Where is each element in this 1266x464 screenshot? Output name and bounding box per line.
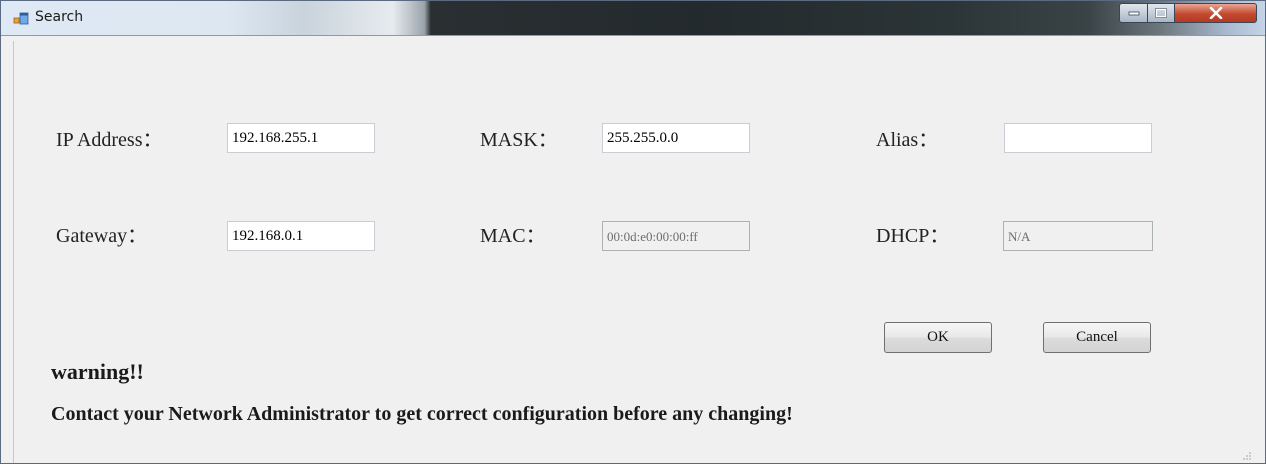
dialog-body: IP Address： 192.168.255.1 MASK： 255.255.… [13, 41, 1254, 463]
minimize-icon [1128, 11, 1139, 16]
ok-button[interactable]: OK [884, 322, 992, 353]
window-title: Search [35, 9, 84, 25]
gateway-label: Gateway： [56, 225, 148, 247]
mac-field: 00:0d:e0:00:00:ff [602, 221, 750, 251]
cancel-button[interactable]: Cancel [1043, 322, 1151, 353]
alias-input[interactable] [1004, 123, 1152, 153]
resize-grip-icon[interactable] [1242, 451, 1252, 461]
dhcp-label: DHCP： [876, 225, 950, 247]
maximize-icon [1155, 8, 1167, 18]
close-icon [1209, 7, 1222, 19]
close-button[interactable] [1174, 3, 1257, 23]
ip-address-label: IP Address： [56, 129, 163, 151]
warning-message: Contact your Network Administrator to ge… [51, 403, 793, 425]
minimize-button[interactable] [1119, 3, 1148, 23]
maximize-button[interactable] [1147, 3, 1175, 23]
search-dialog: Search IP Address： 192.168.255.1 MASK： 2… [0, 0, 1266, 464]
ip-address-input[interactable]: 192.168.255.1 [227, 123, 375, 153]
gateway-input[interactable]: 192.168.0.1 [227, 221, 375, 251]
warning-title: warning!! [51, 359, 144, 384]
dhcp-field: N/A [1003, 221, 1153, 251]
app-window-icon [13, 12, 29, 26]
title-bar[interactable]: Search [1, 1, 1265, 36]
mask-label: MASK： [480, 129, 558, 151]
alias-label: Alias： [876, 129, 939, 151]
mac-label: MAC： [480, 225, 546, 247]
mask-input[interactable]: 255.255.0.0 [602, 123, 750, 153]
